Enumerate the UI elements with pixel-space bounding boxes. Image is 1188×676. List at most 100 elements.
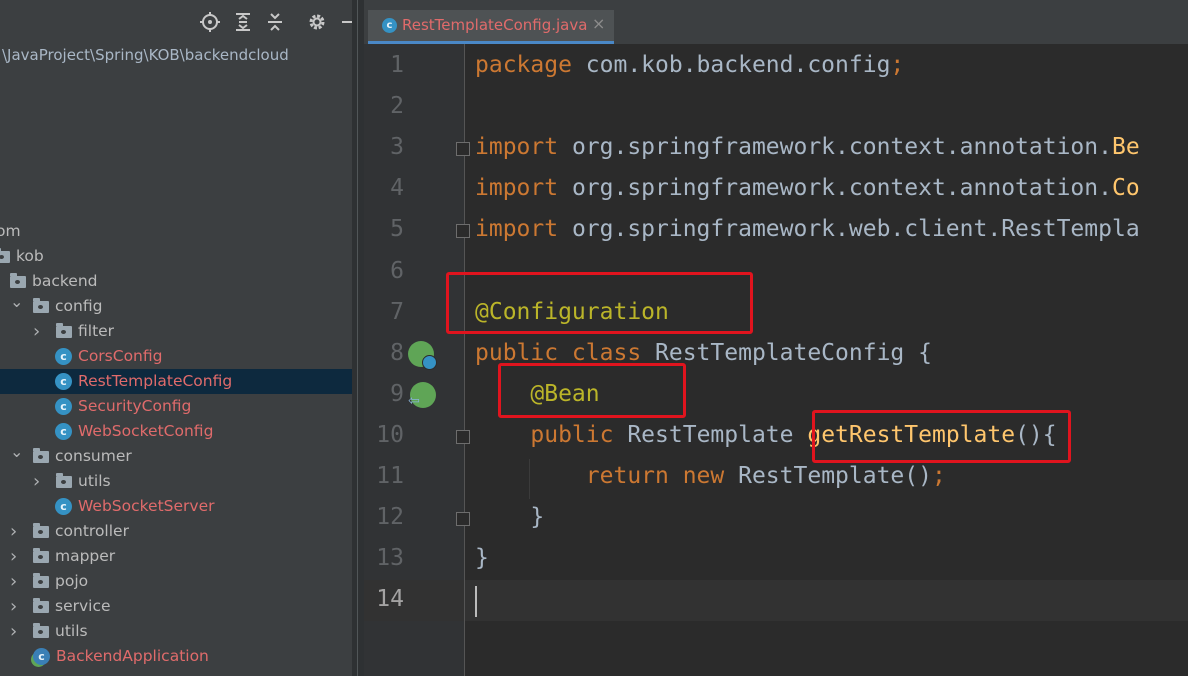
gear-icon[interactable] [305, 10, 329, 34]
folder-icon [10, 273, 26, 288]
code-line[interactable]: package com.kob.backend.config; [475, 45, 904, 86]
java-class-icon: c [55, 348, 72, 365]
tree-item-backend[interactable]: backend [0, 269, 352, 294]
java-class-icon: c [55, 423, 72, 440]
code-token: import [475, 134, 572, 161]
fold-marker-icon[interactable] [456, 224, 470, 238]
panel-splitter[interactable] [352, 0, 364, 676]
chevron-right-icon[interactable]: › [10, 619, 24, 644]
line-number: 9 [390, 380, 404, 407]
tree-item-pojo[interactable]: › pojo [0, 569, 352, 594]
tree-item-mapper[interactable]: › mapper [0, 544, 352, 569]
close-icon[interactable]: × [592, 14, 605, 33]
project-path: \JavaProject\Spring\KOB\backendcloud [2, 46, 289, 64]
code-token: } [475, 545, 489, 572]
code-token: ; [931, 463, 946, 489]
line-number: 5 [390, 216, 404, 243]
code-token: org.springframework.web.client.RestTempl… [571, 216, 1140, 243]
code-token: package [475, 52, 586, 78]
folder-icon [33, 523, 49, 538]
tree-item-label: filter [78, 322, 115, 340]
tree-item-websocketconfig[interactable]: c WebSocketConfig [0, 419, 352, 444]
code-line[interactable]: import org.springframework.web.client.Re… [475, 209, 1140, 250]
tree-item-label: utils [55, 622, 88, 640]
code-token: import [475, 216, 572, 243]
line-number: 7 [390, 298, 404, 325]
chevron-down-icon[interactable]: ⌄ [10, 289, 24, 314]
folder-icon [33, 298, 49, 313]
code-token: com.kob.backend.config [585, 52, 891, 78]
chevron-right-icon[interactable]: › [33, 469, 47, 494]
java-class-icon: c [55, 498, 72, 515]
chevron-down-icon[interactable]: ⌄ [10, 439, 24, 464]
line-number: 10 [376, 421, 404, 448]
tree-item-securityconfig[interactable]: c SecurityConfig [0, 394, 352, 419]
code-token: RestTemplate() [738, 463, 932, 489]
folder-icon [0, 248, 10, 263]
chevron-right-icon[interactable]: › [10, 569, 24, 594]
expand-all-icon[interactable] [231, 10, 255, 34]
code-line[interactable]: import org.springframework.context.annot… [475, 168, 1140, 209]
folder-icon [56, 473, 72, 488]
folder-icon [33, 448, 49, 463]
tree-item-label: om [0, 222, 21, 240]
minimize-icon[interactable] [337, 10, 352, 34]
tree-item-service[interactable]: › service [0, 594, 352, 619]
tree-item-label: pojo [55, 572, 89, 590]
tree-item-websocketserver[interactable]: c WebSocketServer [0, 494, 352, 519]
folder-icon [33, 548, 49, 563]
indent-guide [529, 459, 530, 499]
tree-item-om[interactable]: om [0, 219, 352, 244]
folder-icon [33, 598, 49, 613]
collapse-all-icon[interactable] [263, 10, 287, 34]
tree-item-config[interactable]: ⌄ config [0, 292, 352, 319]
tree-item-resttemplateconfig[interactable]: c RestTemplateConfig [0, 369, 352, 394]
tree-item-backendapplication[interactable]: c BackendApplication [0, 644, 352, 669]
gutter-divider [464, 44, 465, 676]
crosshair-icon[interactable] [198, 10, 222, 34]
java-class-icon: c [55, 398, 72, 415]
tree-item-label: SecurityConfig [78, 397, 192, 415]
tree-item-utils[interactable]: › utils [0, 619, 352, 644]
tab-resttemplateconfig[interactable]: c RestTemplateConfig.java × [368, 10, 614, 44]
tree-item-controller[interactable]: › controller [0, 519, 352, 544]
java-class-icon: c [382, 18, 397, 33]
editor-tab-bar: c RestTemplateConfig.java × [364, 0, 1188, 44]
fold-marker-icon[interactable] [456, 142, 470, 156]
tree-item-label: WebSocketServer [78, 497, 215, 515]
tree-item-corsconfig[interactable]: c CorsConfig [0, 344, 352, 369]
code-editor[interactable]: 1 2 3 4 5 6 7 8 9 10 11 12 13 14 package com.kob.back… [364, 44, 1188, 676]
code-token: Be [1111, 134, 1140, 161]
code-token: ; [890, 52, 905, 78]
project-toolbar [0, 0, 352, 44]
line-number: 3 [390, 134, 404, 161]
chevron-right-icon[interactable]: › [10, 519, 24, 544]
tree-item-filter[interactable]: › filter [0, 319, 352, 344]
spring-bean-gutter-icon[interactable] [408, 341, 437, 370]
tree-item-kob[interactable]: kob [0, 244, 352, 269]
tree-item-label: service [55, 597, 111, 615]
fold-marker-icon[interactable] [456, 430, 470, 444]
tree-item-consumer[interactable]: ⌄ consumer [0, 442, 352, 469]
project-panel: \JavaProject\Spring\KOB\backendcloud om k… [0, 0, 352, 676]
spring-bean-navigate-icon[interactable]: ⇦ [408, 382, 436, 408]
code-line[interactable]: import org.springframework.context.annot… [475, 127, 1140, 168]
chevron-right-icon[interactable]: › [33, 319, 47, 344]
code-token: public class [475, 339, 656, 366]
tree-item-label: controller [55, 522, 129, 540]
chevron-right-icon[interactable]: › [10, 544, 24, 569]
line-number: 11 [376, 463, 404, 489]
current-line-highlight [364, 580, 1188, 621]
code-token: RestTemplate [627, 421, 808, 448]
tree-item-utils[interactable]: › utils [0, 469, 352, 494]
fold-marker-icon[interactable] [456, 512, 470, 526]
code-token: RestTemplateConfig { [655, 339, 932, 366]
code-line[interactable]: } [475, 538, 489, 579]
folder-icon [33, 623, 49, 638]
line-number: 13 [376, 545, 404, 572]
code-line[interactable]: } [475, 497, 544, 538]
tree-item-label: kob [16, 247, 44, 265]
chevron-right-icon[interactable]: › [10, 594, 24, 619]
tree-item-label: CorsConfig [78, 347, 163, 365]
